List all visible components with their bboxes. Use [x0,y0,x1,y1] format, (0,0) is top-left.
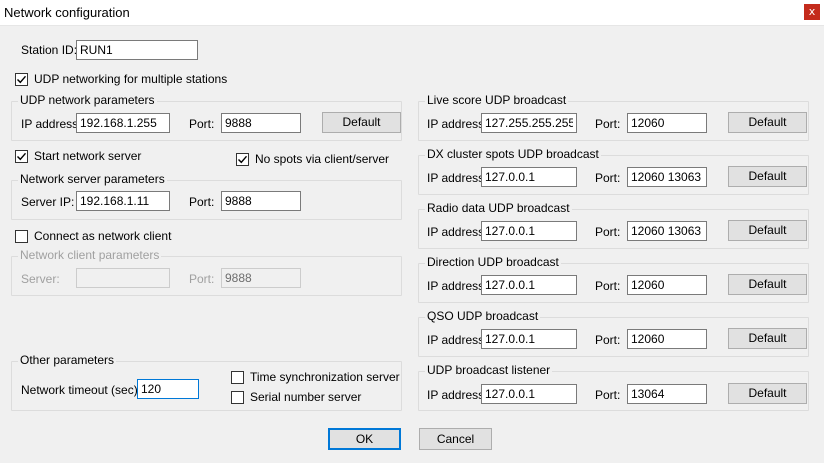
check-icon [17,75,27,84]
qso-port-label: Port: [595,333,621,347]
live-score-ip-input[interactable] [481,113,577,133]
radio-data-default-button[interactable]: Default [728,220,807,241]
close-button[interactable]: x [804,4,820,20]
server-port-label: Port: [189,195,215,209]
listener-ip-input[interactable] [481,384,577,404]
listener-default-button[interactable]: Default [728,383,807,404]
client-port-label: Port: [189,272,215,286]
dx-cluster-title: DX cluster spots UDP broadcast [425,147,601,161]
no-spots-checkbox-box[interactable] [236,153,249,166]
direction-ip-input[interactable] [481,275,577,295]
udp-port-input[interactable] [221,113,301,133]
udp-params-title: UDP network parameters [18,93,157,107]
client-server-label: Server: [21,272,60,286]
udp-ip-input[interactable] [76,113,170,133]
server-ip-input[interactable] [76,191,170,211]
direction-port-label: Port: [595,279,621,293]
dx-cluster-default-button[interactable]: Default [728,166,807,187]
window-title: Network configuration [4,5,130,20]
no-spots-label: No spots via client/server [255,152,390,166]
server-params-title: Network server parameters [18,172,167,186]
listener-ip-label: IP address: [427,388,488,402]
udp-default-button[interactable]: Default [322,112,401,133]
radio-data-ip-input[interactable] [481,221,577,241]
qso-ip-input[interactable] [481,329,577,349]
direction-ip-label: IP address: [427,279,488,293]
connect-client-label: Connect as network client [34,229,172,243]
ok-button[interactable]: OK [328,428,401,450]
start-server-checkbox-box[interactable] [15,150,28,163]
serial-number-checkbox-box[interactable] [231,391,244,404]
live-score-default-button[interactable]: Default [728,112,807,133]
client-server-input[interactable] [76,268,170,288]
radio-data-port-label: Port: [595,225,621,239]
direction-default-button[interactable]: Default [728,274,807,295]
udp-port-label: Port: [189,117,215,131]
direction-port-input[interactable] [627,275,707,295]
start-server-label: Start network server [34,149,142,163]
live-score-port-label: Port: [595,117,621,131]
dx-cluster-port-input[interactable] [627,167,707,187]
live-score-title: Live score UDP broadcast [425,93,569,107]
timeout-input[interactable] [137,379,199,399]
serial-number-label: Serial number server [250,390,362,404]
listener-port-input[interactable] [627,384,707,404]
radio-data-title: Radio data UDP broadcast [425,201,572,215]
listener-title: UDP broadcast listener [425,363,553,377]
dx-cluster-port-label: Port: [595,171,621,185]
server-port-input[interactable] [221,191,301,211]
time-sync-checkbox-box[interactable] [231,371,244,384]
live-score-ip-label: IP address: [427,117,488,131]
radio-data-ip-label: IP address: [427,225,488,239]
check-icon [17,152,27,161]
other-params-title: Other parameters [18,353,117,367]
check-icon [238,155,248,164]
client-params-title: Network client parameters [18,248,162,262]
client-port-input[interactable] [221,268,301,288]
udp-multi-label: UDP networking for multiple stations [34,72,228,86]
radio-data-port-input[interactable] [627,221,707,241]
dx-cluster-ip-input[interactable] [481,167,577,187]
station-id-label: Station ID: [21,43,78,57]
listener-port-label: Port: [595,388,621,402]
time-sync-label: Time synchronization server [250,370,400,384]
station-id-input[interactable] [76,40,198,60]
direction-title: Direction UDP broadcast [425,255,561,269]
qso-port-input[interactable] [627,329,707,349]
dx-cluster-ip-label: IP address: [427,171,488,185]
qso-ip-label: IP address: [427,333,488,347]
live-score-port-input[interactable] [627,113,707,133]
server-ip-label: Server IP: [21,195,75,209]
udp-ip-label: IP address: [21,117,82,131]
qso-default-button[interactable]: Default [728,328,807,349]
udp-multi-checkbox-box[interactable] [15,73,28,86]
connect-client-checkbox-box[interactable] [15,230,28,243]
title-bar: Network configuration x [0,0,824,26]
qso-title: QSO UDP broadcast [425,309,541,323]
timeout-label: Network timeout (sec): [21,383,142,397]
cancel-button[interactable]: Cancel [419,428,492,450]
